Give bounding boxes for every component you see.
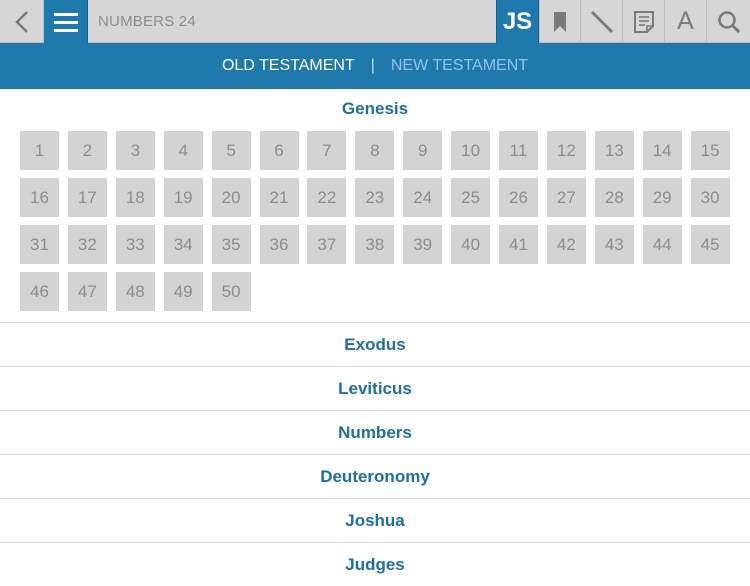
chapter-button[interactable]: 27	[546, 178, 586, 217]
chapter-button[interactable]: 22	[307, 178, 347, 217]
chapter-button[interactable]: 36	[259, 225, 299, 264]
chapter-button[interactable]: 3	[115, 131, 155, 170]
chapter-button[interactable]: 44	[642, 225, 682, 264]
chapter-button[interactable]: 45	[690, 225, 730, 264]
book-row[interactable]: Joshua	[0, 498, 750, 542]
book-header-genesis[interactable]: Genesis	[0, 99, 750, 119]
book-name: Numbers	[338, 422, 412, 442]
chapter-button[interactable]: 24	[403, 178, 443, 217]
chapter-button[interactable]: 18	[115, 178, 155, 217]
chapter-button[interactable]: 15	[690, 131, 730, 170]
chapter-button[interactable]: 38	[355, 225, 395, 264]
search-button[interactable]	[707, 0, 750, 43]
chapter-button[interactable]: 39	[403, 225, 443, 264]
chapter-button[interactable]: 25	[451, 178, 491, 217]
chapter-button[interactable]: 37	[307, 225, 347, 264]
chapter-button[interactable]: 19	[163, 178, 203, 217]
js-label: JS	[502, 7, 533, 35]
book-row[interactable]: Exodus	[0, 322, 750, 366]
pen-icon	[590, 10, 613, 33]
chapter-button[interactable]: 2	[67, 131, 107, 170]
chapter-button[interactable]: 47	[67, 272, 107, 311]
chapter-button[interactable]: 31	[20, 225, 59, 264]
chapter-button[interactable]: 33	[115, 225, 155, 264]
chapter-button[interactable]: 23	[355, 178, 395, 217]
chapter-button[interactable]: 16	[20, 178, 59, 217]
book-name: Exodus	[344, 334, 406, 354]
note-icon	[633, 10, 654, 33]
js-button[interactable]: JS	[496, 0, 539, 43]
book-name: Judges	[345, 554, 405, 574]
chapter-button[interactable]: 48	[115, 272, 155, 311]
book-name: Deuteronomy	[320, 466, 430, 486]
chapter-button[interactable]: 46	[20, 272, 59, 311]
chapter-button[interactable]: 4	[163, 131, 203, 170]
bookmark-icon	[554, 11, 566, 32]
chapter-button[interactable]: 1	[20, 131, 59, 170]
chapter-button[interactable]: 30	[690, 178, 730, 217]
bookmark-button[interactable]	[539, 0, 581, 43]
chapter-button[interactable]: 28	[594, 178, 634, 217]
chapter-button[interactable]: 14	[642, 131, 682, 170]
chapter-button[interactable]: 42	[546, 225, 586, 264]
hamburger-icon	[53, 12, 78, 32]
chapter-button[interactable]: 32	[67, 225, 107, 264]
chapter-button[interactable]: 10	[451, 131, 491, 170]
font-icon: A	[677, 7, 694, 35]
current-reference[interactable]: NUMBERS 24	[98, 0, 196, 43]
book-row[interactable]: Deuteronomy	[0, 454, 750, 498]
toolbar: NUMBERS 24 JS A	[0, 0, 750, 43]
chapter-button[interactable]: 40	[451, 225, 491, 264]
book-row[interactable]: Judges	[0, 542, 750, 586]
chapter-button[interactable]: 29	[642, 178, 682, 217]
tab-separator: |	[370, 57, 375, 74]
chapter-button[interactable]: 35	[211, 225, 251, 264]
notes-button[interactable]	[623, 0, 665, 43]
chapter-button[interactable]: 26	[499, 178, 538, 217]
chapter-button[interactable]: 49	[163, 272, 203, 311]
chapter-button[interactable]: 7	[307, 131, 347, 170]
chapter-button[interactable]: 5	[211, 131, 251, 170]
chevron-left-icon	[14, 10, 28, 33]
menu-button[interactable]	[44, 0, 88, 43]
search-icon	[717, 10, 740, 33]
highlight-button[interactable]	[581, 0, 623, 43]
tab-old-testament[interactable]: OLD TESTAMENT	[222, 57, 355, 75]
book-name: Joshua	[345, 510, 405, 530]
testament-switcher: OLD TESTAMENT | NEW TESTAMENT	[0, 43, 750, 89]
chapter-button[interactable]: 43	[594, 225, 634, 264]
chapter-button[interactable]: 6	[259, 131, 299, 170]
chapter-button[interactable]: 12	[546, 131, 586, 170]
chapter-button[interactable]: 34	[163, 225, 203, 264]
back-button[interactable]	[0, 0, 44, 43]
chapter-button[interactable]: 13	[594, 131, 634, 170]
chapter-button[interactable]: 41	[499, 225, 538, 264]
chapter-button[interactable]: 20	[211, 178, 251, 217]
chapter-button[interactable]: 9	[403, 131, 443, 170]
font-size-button[interactable]: A	[665, 0, 707, 43]
chapter-button[interactable]: 50	[211, 272, 251, 311]
book-row[interactable]: Leviticus	[0, 366, 750, 410]
book-name: Leviticus	[338, 378, 412, 398]
chapter-button[interactable]: 11	[499, 131, 538, 170]
chapter-button[interactable]: 21	[259, 178, 299, 217]
book-row[interactable]: Numbers	[0, 410, 750, 454]
chapter-button[interactable]: 8	[355, 131, 395, 170]
chapter-button[interactable]: 17	[67, 178, 107, 217]
tab-new-testament[interactable]: NEW TESTAMENT	[391, 57, 528, 75]
